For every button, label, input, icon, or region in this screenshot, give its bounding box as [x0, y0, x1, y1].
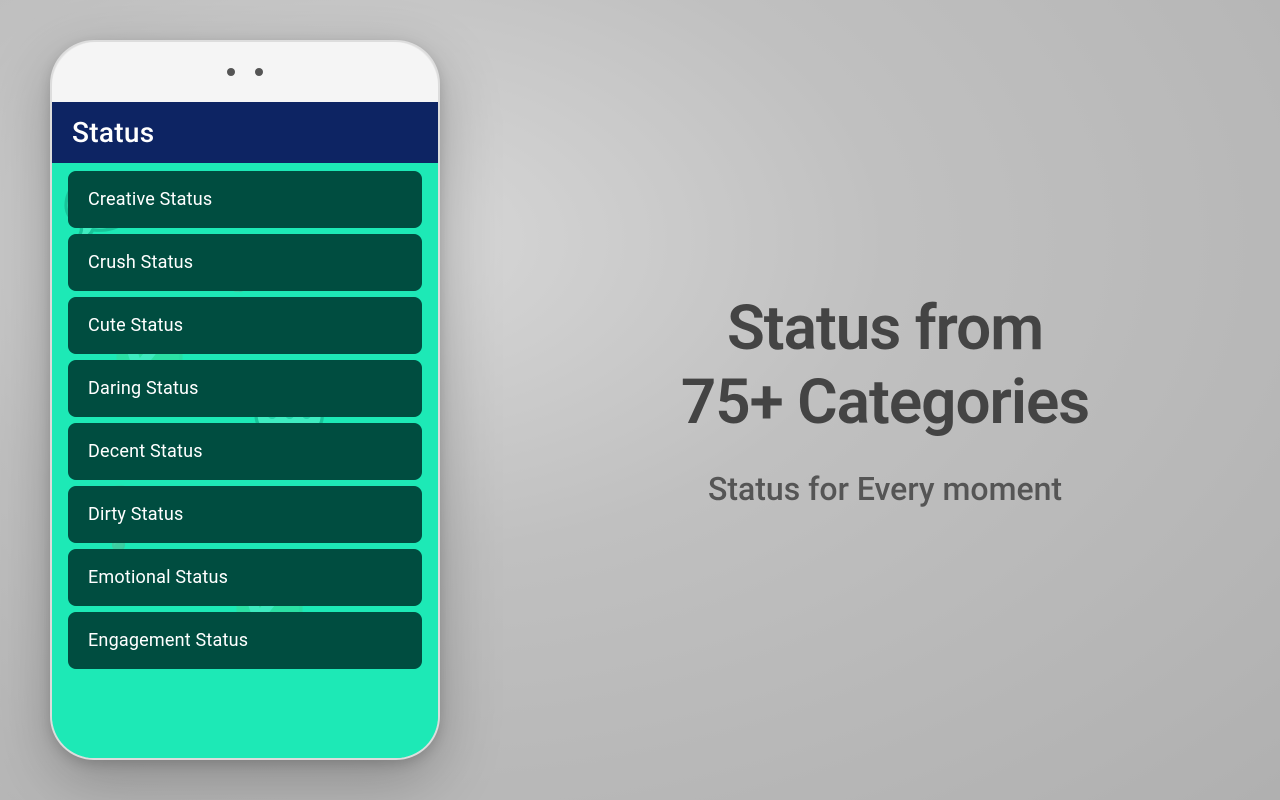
right-content: Status from75+ Categories Status for Eve… [490, 252, 1280, 549]
menu-item-7[interactable]: Engagement Status [68, 612, 422, 669]
app-header: Status [52, 102, 438, 163]
menu-list: Creative Status Crush Status Cute Status Da… [52, 163, 438, 677]
sub-headline: Status for Every moment [708, 470, 1062, 508]
camera-dot-right [255, 68, 263, 76]
menu-item-4[interactable]: Decent Status [68, 423, 422, 480]
menu-item-1[interactable]: Crush Status [68, 234, 422, 291]
menu-item-2[interactable]: Cute Status [68, 297, 422, 354]
camera-dot-left [227, 68, 235, 76]
menu-item-5[interactable]: Dirty Status [68, 486, 422, 543]
menu-item-6[interactable]: Emotional Status [68, 549, 422, 606]
menu-item-0[interactable]: Creative Status [68, 171, 422, 228]
phone-top-bar [52, 42, 438, 102]
menu-item-3[interactable]: Daring Status [68, 360, 422, 417]
phone-device: Status 💬 ❓ ✅ 💬 ❓ ✅ Creative StatusCrush … [50, 40, 440, 760]
phone-screen: Status 💬 ❓ ✅ 💬 ❓ ✅ Creative StatusCrush … [52, 102, 438, 758]
phone-wrapper: Status 💬 ❓ ✅ 💬 ❓ ✅ Creative StatusCrush … [0, 0, 490, 800]
main-headline: Status from75+ Categories [681, 292, 1089, 441]
app-title: Status [72, 116, 154, 149]
screen-content: 💬 ❓ ✅ 💬 ❓ ✅ Creative StatusCrush StatusC… [52, 163, 438, 758]
